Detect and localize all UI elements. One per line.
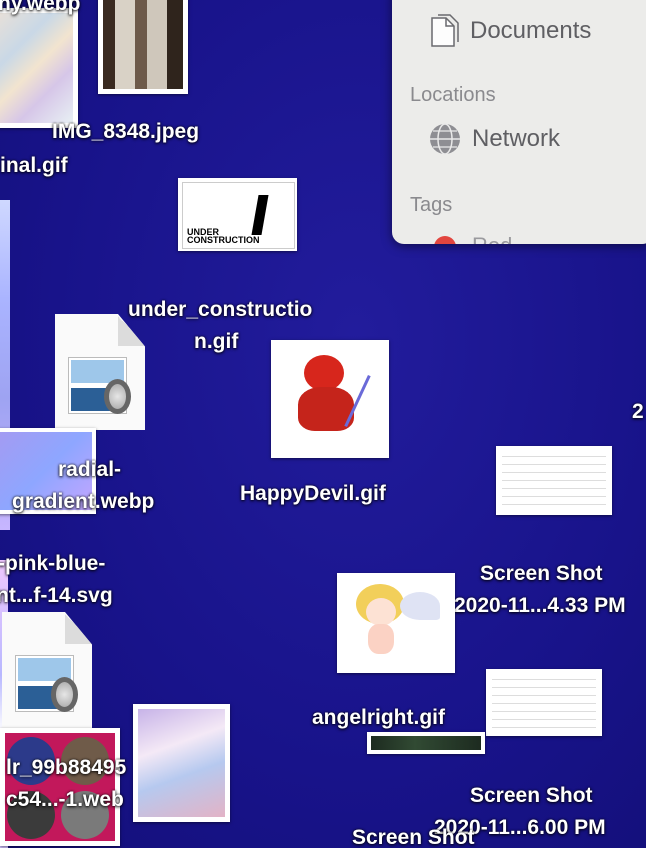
file-label-inal-gif[interactable]: inal.gif [0,150,68,181]
preview-image-file-icon[interactable] [55,314,145,430]
file-label-radial-1[interactable]: radial- [58,454,121,485]
sidebar-item-network[interactable]: Network [428,122,560,156]
angel-body [368,624,394,654]
under-construction-thumbnail[interactable]: UNDER CONSTRUCTION [178,178,297,251]
worker-silhouette-icon [251,195,269,235]
angel-face [366,598,396,626]
angelright-thumbnail[interactable] [337,573,455,673]
finder-sidebar-panel: Documents Locations Network Tags Red [392,0,646,244]
red-tag-dot-icon[interactable] [434,236,456,244]
sidebar-tag-red-label[interactable]: Red [472,233,512,244]
document-icon [431,14,459,47]
file-label-top-partial[interactable]: ny.webp [0,0,80,19]
happy-devil-thumbnail[interactable] [271,340,389,458]
holographic-image-thumbnail[interactable] [0,8,78,128]
file-label-under-construction-2[interactable]: n.gif [194,326,238,357]
file-label-screenshot-1-2[interactable]: 2020-11...4.33 PM [454,590,626,621]
desktop: ny.webp IMG_8348.jpeg inal.gif UNDER CON… [0,0,646,848]
under-construction-text-2: CONSTRUCTION [187,235,260,245]
sidebar-item-network-label: Network [472,125,561,152]
sidebar-item-documents-label: Documents [470,17,592,44]
preview-image-file-icon-2[interactable] [2,612,92,728]
file-label-screenshot-1-1[interactable]: Screen Shot [480,558,603,589]
file-label-right-partial[interactable]: 2 [632,396,644,427]
screenshot-1-thumbnail[interactable] [496,446,612,515]
devil-head [304,355,344,391]
file-label-tumblr-2[interactable]: c54...-1.web [6,784,124,815]
file-label-pink-blue-2[interactable]: nt...f-14.svg [0,580,113,611]
sidebar-header-locations: Locations [410,84,496,106]
file-label-tumblr-1[interactable]: lr_99b88495 [6,752,126,783]
sidebar-header-tags: Tags [410,194,453,216]
screenshot-3-thumbnail[interactable] [367,732,485,754]
sidebar-item-documents[interactable]: Documents [428,14,591,48]
file-label-screenshot-2-1[interactable]: Screen Shot [470,780,593,811]
pastel-light-thumbnail[interactable] [133,704,230,822]
file-label-screenshot-3-1[interactable]: Screen Shot [352,822,475,848]
file-label-radial-2[interactable]: gradient.webp [12,486,154,517]
file-label-under-construction-1[interactable]: under_constructio [128,294,312,325]
img-8348-thumbnail[interactable] [98,0,188,94]
file-label-img-8348[interactable]: IMG_8348.jpeg [52,116,199,147]
file-label-pink-blue-1[interactable]: -pink-blue- [0,548,105,579]
screenshot-2-thumbnail[interactable] [486,669,602,736]
angel-wings [400,592,440,620]
file-label-angelright[interactable]: angelright.gif [312,702,445,733]
network-globe-icon [430,123,460,155]
file-label-happy-devil[interactable]: HappyDevil.gif [240,478,386,509]
